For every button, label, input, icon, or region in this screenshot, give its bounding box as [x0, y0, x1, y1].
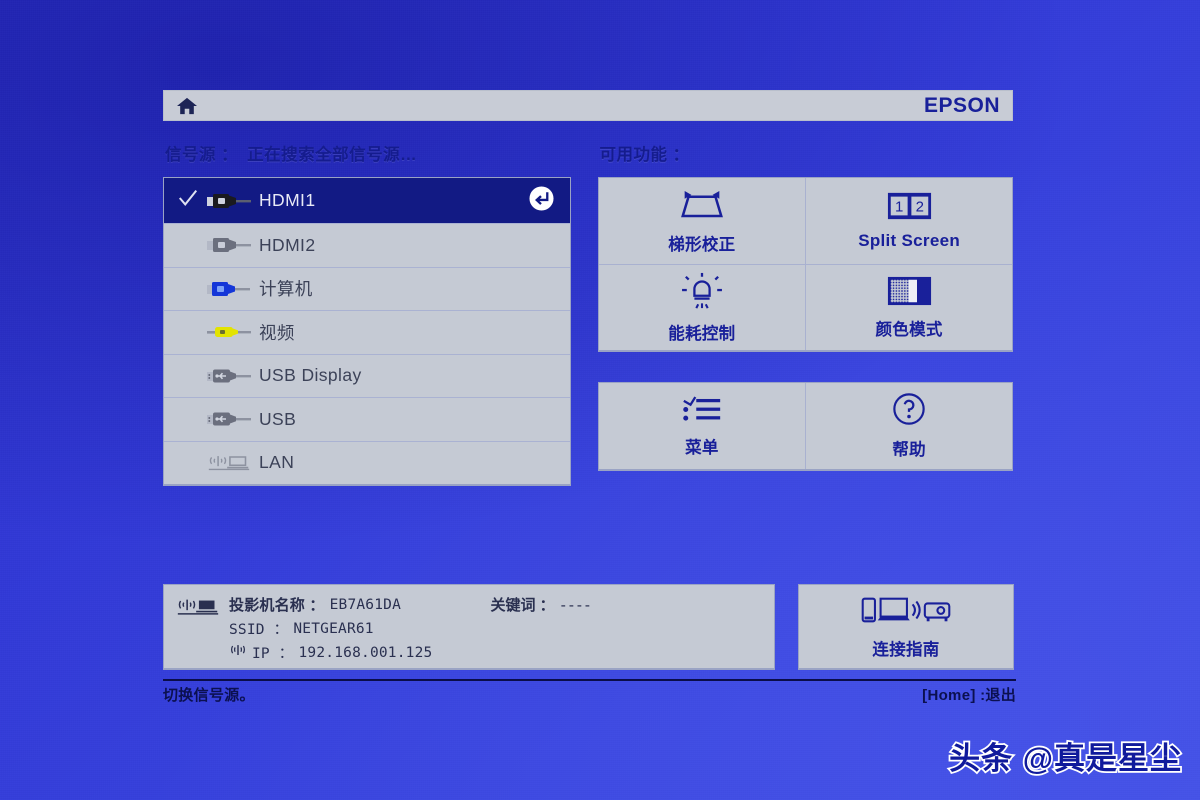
color-mode-icon: [887, 276, 932, 311]
projector-osd: EPSON 信号源 ： 正在搜索全部信号源… HDMI1 HDMI2 计算机 视…: [163, 90, 1013, 486]
lan-wireless-icon: [207, 453, 259, 472]
source-item-computer[interactable]: 计算机: [164, 266, 570, 311]
source-item-video[interactable]: 视频: [164, 310, 570, 354]
functions-label: 可用功能 ：: [599, 146, 690, 164]
menu-list-icon: [680, 395, 724, 429]
projector-name-value: EB7A61DA: [329, 596, 402, 613]
function-label: Split Screen: [858, 231, 961, 250]
source-item-label: USB Display: [259, 365, 362, 386]
lan-wireless-icon: [176, 596, 220, 668]
home-icon[interactable]: [176, 96, 198, 116]
hdmi-connector-icon: [207, 236, 259, 254]
usb-connector-icon: [207, 410, 259, 428]
usb-connector-icon: [207, 367, 259, 385]
footer-exit-hint: [Home] :退出: [922, 687, 1016, 704]
function-label: 能耗控制: [668, 324, 736, 343]
hdmi-connector-icon: [207, 192, 259, 210]
keyword-label: 关键词 ：: [490, 597, 555, 614]
keystone-icon: [676, 188, 728, 226]
osd-footer: 切换信号源。 [Home] :退出: [163, 679, 1016, 705]
osd-header-bar: EPSON: [163, 90, 1013, 121]
source-item-label: 视频: [259, 322, 295, 343]
function-color-mode[interactable]: 颜色模式: [805, 264, 1012, 350]
ip-row: IP ： 192.168.001.125: [229, 642, 432, 663]
source-item-label: LAN: [259, 452, 295, 473]
function-keystone[interactable]: 梯形校正: [599, 178, 806, 264]
watermark: 头条 @真是星尘: [947, 739, 1182, 778]
bottom-info-bar: 投影机名称 ： EB7A61DA SSID ： NETGEAR61 IP ： 1…: [163, 584, 1016, 670]
function-grid-secondary: 菜单 帮助: [597, 382, 1013, 471]
keyword-row: 关键词 ： ----: [490, 594, 592, 668]
help-question-icon: [892, 392, 926, 431]
epson-logo: EPSON: [923, 93, 1000, 117]
source-item-label: HDMI2: [259, 234, 316, 255]
projected-screen: EPSON 信号源 ： 正在搜索全部信号源… HDMI1 HDMI2 计算机 视…: [0, 0, 1200, 800]
sources-label: 信号源 ：: [165, 146, 239, 164]
check-icon: [177, 187, 207, 214]
keyword-value: ----: [558, 596, 592, 614]
rca-video-connector-icon: [207, 323, 259, 341]
source-item-label: 计算机: [259, 279, 313, 300]
source-item-hdmi1[interactable]: HDMI1: [164, 178, 570, 223]
vga-connector-icon: [207, 280, 259, 298]
split-screen-icon: 1 2: [886, 191, 933, 226]
source-item-usb[interactable]: USB: [164, 397, 570, 441]
projector-name-label: 投影机名称 ：: [229, 597, 325, 614]
ssid-value: NETGEAR61: [293, 620, 374, 637]
source-list: HDMI1 HDMI2 计算机 视频 USB Display USB LAN: [163, 177, 571, 486]
function-help[interactable]: 帮助: [805, 383, 1012, 469]
svg-text:2: 2: [915, 199, 923, 216]
ssid-row: SSID ： NETGEAR61: [229, 618, 432, 639]
source-item-hdmi2[interactable]: HDMI2: [164, 223, 570, 267]
function-label: 帮助: [892, 441, 926, 459]
projector-name-row: 投影机名称 ： EB7A61DA: [229, 594, 432, 615]
ip-value: 192.168.001.125: [298, 644, 433, 661]
source-item-label: USB: [259, 408, 297, 429]
function-label: 菜单: [685, 438, 719, 457]
source-item-usb-display[interactable]: USB Display: [164, 353, 570, 398]
connection-guide-label: 连接指南: [872, 640, 940, 659]
function-split-screen[interactable]: 1 2 Split Screen: [805, 178, 1012, 264]
wifi-signal-icon: [229, 643, 247, 662]
function-power-consumption[interactable]: 能耗控制: [598, 264, 806, 350]
sources-status: 正在搜索全部信号源…: [247, 146, 418, 164]
source-item-lan[interactable]: LAN: [164, 440, 570, 485]
source-item-label: HDMI1: [259, 190, 316, 210]
svg-text:1: 1: [895, 199, 903, 216]
footer-hint: 切换信号源。: [163, 687, 255, 704]
connection-guide-icon: [860, 594, 952, 631]
function-label: 梯形校正: [668, 235, 736, 254]
enter-icon[interactable]: [528, 185, 554, 216]
network-info-panel: 投影机名称 ： EB7A61DA SSID ： NETGEAR61 IP ： 1…: [163, 584, 775, 670]
connection-guide-button[interactable]: 连接指南: [798, 584, 1014, 670]
brightness-icon: [680, 272, 724, 315]
ssid-label: SSID ：: [229, 622, 289, 638]
function-menu[interactable]: 菜单: [599, 383, 806, 469]
function-label: 颜色模式: [875, 320, 943, 339]
function-grid-primary: 梯形校正 1 2 Split Screen 能耗控制 颜色模式: [597, 177, 1013, 352]
ip-label: IP ：: [252, 646, 294, 662]
